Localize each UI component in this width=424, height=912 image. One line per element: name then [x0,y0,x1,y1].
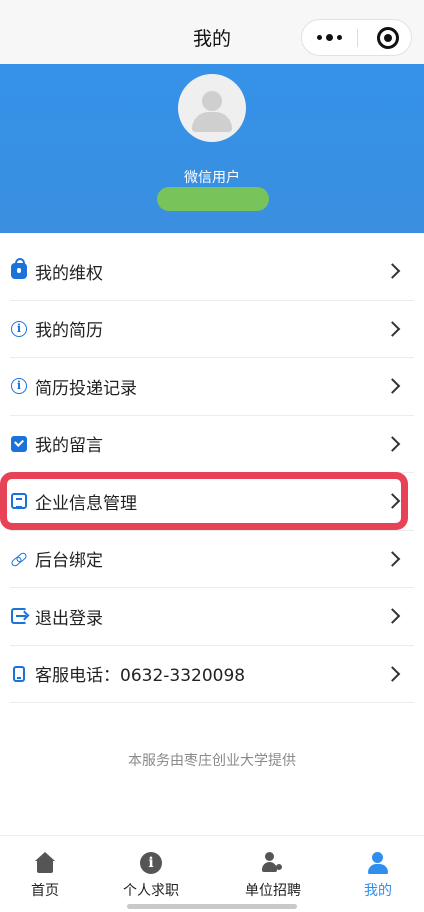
info-icon: i [140,852,162,874]
redacted-phone-number [157,187,269,211]
tab-label: 个人求职 [123,883,179,899]
tab-job-seeking[interactable]: i 个人求职 [106,852,196,900]
tab-recruitment[interactable]: 单位招聘 [228,852,318,900]
chevron-right-icon [384,550,401,567]
menu-item-label: 客服电话：0632-3320098 [35,666,246,687]
menu-item-backend-binding[interactable]: 后台绑定 [10,531,414,588]
bottom-tab-bar: 首页 i 个人求职 单位招聘 我的 [0,835,424,912]
tab-label: 单位招聘 [245,883,301,899]
logout-icon [11,608,27,625]
phone-icon [13,665,25,682]
tab-label: 首页 [31,883,59,899]
menu-item-label: 我的维权 [35,263,103,284]
chevron-right-icon [384,263,401,280]
mini-program-capsule [301,19,412,56]
chevron-right-icon [384,378,401,395]
menu-item-resume-submissions[interactable]: i 简历投递记录 [10,358,414,416]
avatar[interactable] [178,74,246,142]
lock-icon [11,258,27,280]
menu-item-label: 我的简历 [35,321,103,342]
info-icon: i [11,378,27,395]
profile-header: 微信用户 [0,64,424,233]
link-icon [11,551,27,567]
info-icon: i [11,320,27,337]
chevron-right-icon [384,608,401,625]
home-icon [34,852,56,874]
capsule-divider [357,29,358,47]
avatar-person-icon [202,91,222,111]
menu-item-label: 后台绑定 [35,551,103,572]
menu-item-label: 简历投递记录 [35,378,137,399]
chevron-right-icon [384,320,401,337]
note-icon [11,435,27,452]
service-provider-note: 本服务由枣庄创业大学提供 [128,753,296,769]
chevron-right-icon [384,435,401,452]
chevron-right-icon [384,665,401,682]
add-user-icon [262,852,284,874]
menu-item-label: 我的留言 [35,436,103,457]
menu-item-my-resume[interactable]: i 我的简历 [10,301,414,358]
menu-item-company-info[interactable]: 企业信息管理 [10,473,414,531]
menu-item-my-rights[interactable]: 我的维权 [10,243,414,301]
username: 微信用户 [184,170,240,186]
menu-item-label: 企业信息管理 [35,493,137,514]
top-navbar: 我的 [0,0,424,64]
menu-item-my-messages[interactable]: 我的留言 [10,416,414,473]
user-icon [367,852,389,874]
tab-me[interactable]: 我的 [333,852,423,900]
close-miniprogram-icon[interactable] [377,27,399,49]
menu-list: 我的维权 i 我的简历 i 简历投递记录 我的留言 企业信息管理 后台绑定 退出… [10,243,414,703]
more-options-icon[interactable] [302,20,357,55]
tab-label: 我的 [364,883,392,899]
document-icon [11,493,27,510]
menu-item-label: 退出登录 [35,608,103,629]
menu-item-customer-service-phone[interactable]: 客服电话：0632-3320098 [10,646,414,703]
tab-home[interactable]: 首页 [0,852,90,900]
chevron-right-icon [384,493,401,510]
menu-item-logout[interactable]: 退出登录 [10,588,414,646]
home-indicator [127,904,297,909]
